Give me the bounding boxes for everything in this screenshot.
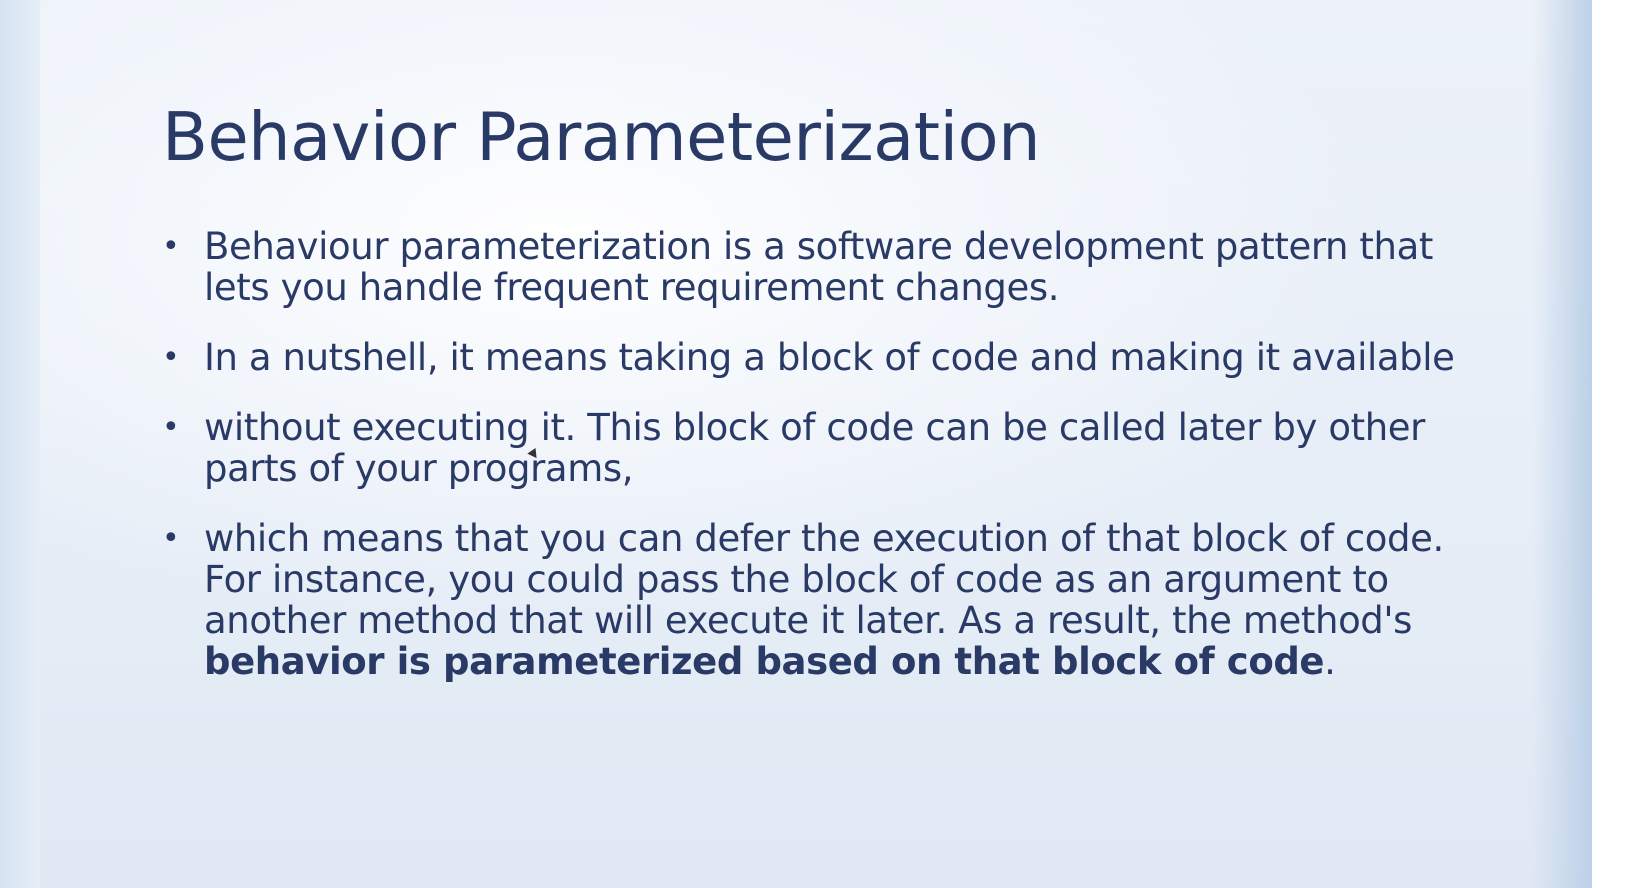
bullet-text: which means that you can defer the execu…	[204, 518, 1460, 682]
bullet-text: In a nutshell, it means taking a block o…	[204, 336, 1455, 379]
slide: Behavior Parameterization • Behaviour pa…	[0, 0, 1628, 888]
bullet-text: Behaviour parameterization is a software…	[204, 225, 1433, 309]
slide-left-edge	[0, 0, 40, 888]
bullet-item: • Behaviour parameterization is a softwa…	[160, 226, 1460, 308]
bullet-item: • which means that you can defer the exe…	[160, 518, 1460, 682]
bullet-dot-icon: •	[162, 521, 180, 556]
bullet-text-plain: which means that you can defer the execu…	[204, 517, 1444, 642]
window-frame-right	[1592, 0, 1628, 888]
bullet-item: • In a nutshell, it means taking a block…	[160, 337, 1460, 378]
bullet-text: without executing it. This block of code…	[204, 406, 1425, 490]
bullet-dot-icon: •	[162, 229, 180, 264]
bullet-dot-icon: •	[162, 410, 180, 445]
bullet-list: • Behaviour parameterization is a softwa…	[160, 226, 1460, 711]
bullet-dot-icon: •	[162, 340, 180, 375]
slide-title: Behavior Parameterization	[162, 98, 1041, 176]
slide-right-shade	[1532, 0, 1592, 888]
bullet-item: • without executing it. This block of co…	[160, 407, 1460, 489]
bullet-text-end: .	[1324, 640, 1336, 683]
bullet-text-bold: behavior is parameterized based on that …	[204, 640, 1325, 683]
